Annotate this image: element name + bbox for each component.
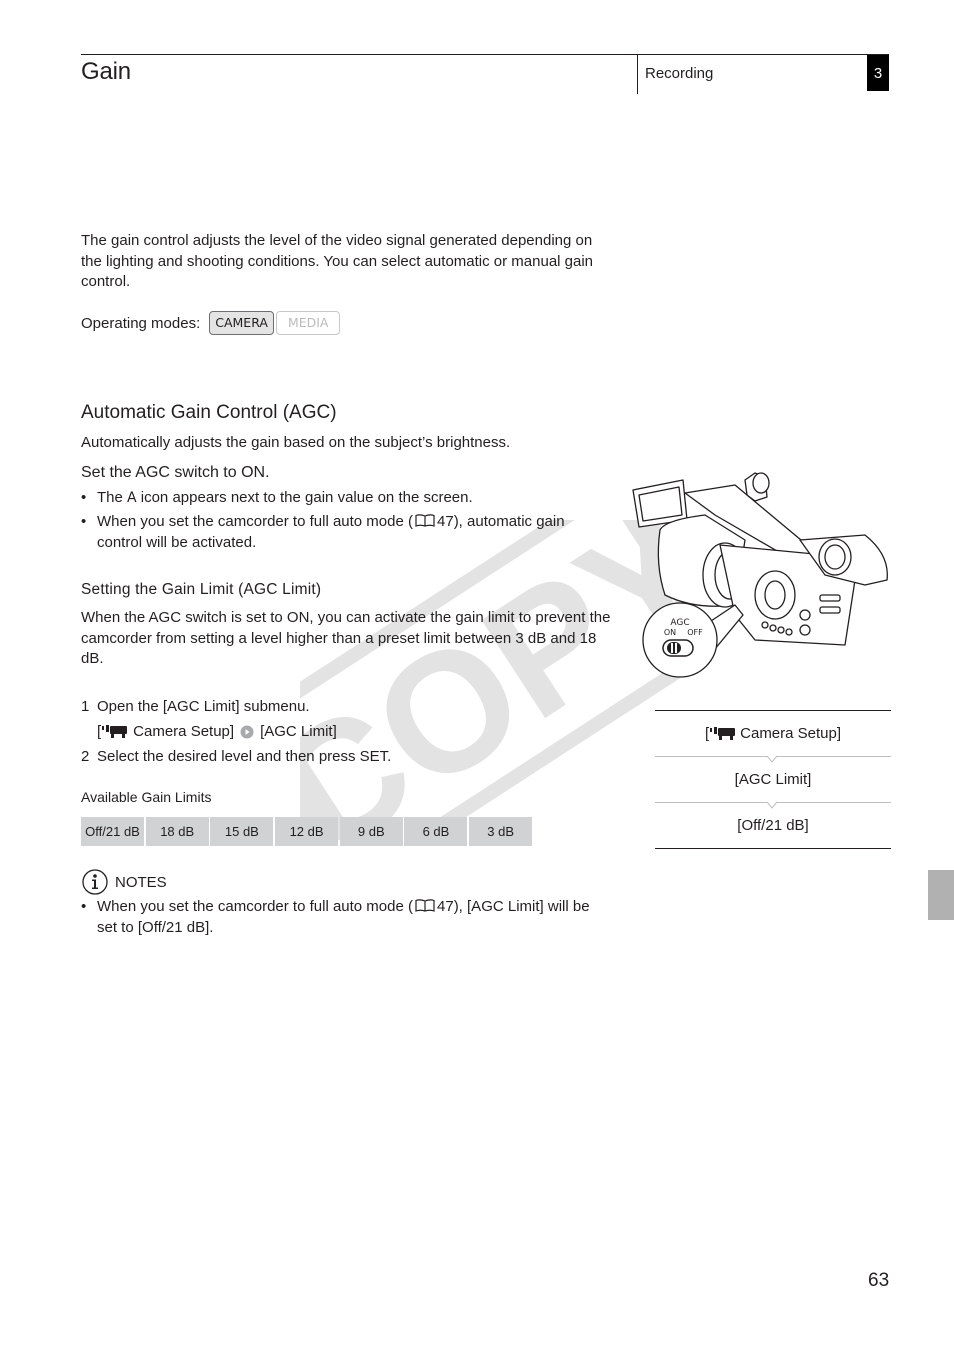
chapter-side-tab (928, 870, 954, 920)
menu-item-off-21db: [Off/21 dB] (737, 816, 809, 834)
notes-list: When you set the camcorder to full auto … (81, 897, 611, 938)
gain-limit-cell: 12 dB (275, 817, 339, 846)
list-item: The A icon appears next to the gain valu… (81, 488, 611, 509)
agc-heading: Automatic Gain Control (AGC) (81, 402, 337, 423)
agc-bullet-list: The A icon appears next to the gain valu… (81, 488, 611, 557)
operating-modes: Operating modes: CAMERA MEDIA (81, 311, 341, 335)
gain-limit-cell: 9 dB (339, 817, 403, 846)
gain-limits-table: Off/21 dB 18 dB 15 dB 12 dB 9 dB 6 dB 3 … (81, 817, 533, 846)
gain-limit-cell: 18 dB (145, 817, 209, 846)
menu-box-bottom-rule (655, 848, 891, 849)
page-number: 63 (868, 1270, 890, 1291)
auto-a-icon: A (127, 490, 137, 506)
mode-camera-badge: CAMERA (209, 311, 274, 335)
step-number: 2 (81, 748, 90, 765)
page-reference-link[interactable]: 47 (437, 513, 454, 530)
agc-limit-heading: Setting the Gain Limit (AGC Limit) (81, 581, 322, 598)
menu-item-camera-setup: [ Camera Setup] (655, 711, 891, 756)
agc-on-label: ON (664, 628, 676, 637)
menu-item-label: Camera Setup] (740, 724, 842, 742)
bracket: [ (97, 722, 102, 740)
chapter-name: Recording (645, 65, 714, 82)
intro-paragraph: The gain control adjusts the level of th… (81, 232, 594, 290)
menu-path-camera-setup: Camera Setup] (133, 722, 235, 740)
menu-item-agc-limit: [AGC Limit] (734, 770, 812, 788)
gain-limit-cell: 15 dB (210, 817, 274, 846)
header-divider (637, 54, 638, 94)
list-item: When you set the camcorder to full auto … (81, 897, 611, 938)
agc-step-heading: Set the AGC switch to ON. (81, 464, 270, 481)
next-arrow-icon (240, 725, 254, 739)
menu-divider (655, 755, 891, 763)
bullet-text: The (97, 489, 128, 506)
gain-limits-table-title: Available Gain Limits (81, 789, 212, 805)
menu-divider (655, 801, 891, 809)
chevron-down-icon (767, 801, 777, 809)
gain-limit-cell: 6 dB (404, 817, 468, 846)
notes-heading: NOTES (81, 868, 167, 896)
agc-subtitle: Automatically adjusts the gain based on … (81, 434, 511, 451)
menu-path-agc-limit: [AGC Limit] (260, 722, 337, 740)
chapter-number-badge: 3 (867, 55, 889, 91)
chevron-down-icon (767, 755, 777, 763)
watermark-text: COPY (300, 520, 680, 840)
note-text: When you set the camcorder to full auto … (97, 898, 413, 915)
step-2: 2 Select the desired level and then pres… (81, 747, 621, 768)
agc-switch-icon (662, 639, 694, 657)
menu-navigation-box: [ Camera Setup] [AGC Limit] [Off/21 dB] (655, 710, 891, 849)
list-item: When you set the camcorder to full auto … (81, 512, 611, 553)
copy-watermark: COPY (300, 520, 680, 840)
agc-off-label: OFF (687, 628, 703, 637)
agc-limit-paragraph: When the AGC switch is set to ON, you ca… (81, 609, 611, 667)
step-text: Open the [AGC Limit] submenu. (97, 698, 310, 715)
header-rule (81, 54, 889, 55)
page-reference-link[interactable]: 47 (437, 898, 454, 915)
operating-modes-label: Operating modes: (81, 314, 201, 332)
gain-limit-cell: 3 dB (469, 817, 533, 846)
bracket: [ (704, 724, 710, 742)
procedure-steps: 1 Open the [AGC Limit] submenu. [ Camera… (81, 697, 621, 772)
book-reference-icon (415, 514, 435, 527)
camera-setup-icon (102, 725, 128, 739)
mode-media-badge: MEDIA (275, 311, 341, 335)
bullet-text: When you set the camcorder to full auto … (97, 513, 413, 530)
book-reference-icon (415, 899, 435, 912)
camcorder-illustration: AGC ON OFF (632, 472, 888, 678)
gain-limit-cell: Off/21 dB (81, 817, 144, 846)
page-title: Gain (81, 58, 131, 85)
step-text: Select the desired level and then press … (97, 748, 392, 765)
menu-path: [ Camera Setup] [AGC Limit] (81, 722, 621, 743)
agc-switch-label: AGC (670, 618, 689, 628)
camera-setup-icon (710, 727, 736, 740)
info-icon (82, 869, 108, 895)
notes-title: NOTES (115, 873, 167, 891)
bullet-text: icon appears next to the gain value on t… (136, 489, 473, 506)
step-1: 1 Open the [AGC Limit] submenu. (81, 697, 621, 718)
step-number: 1 (81, 698, 90, 715)
